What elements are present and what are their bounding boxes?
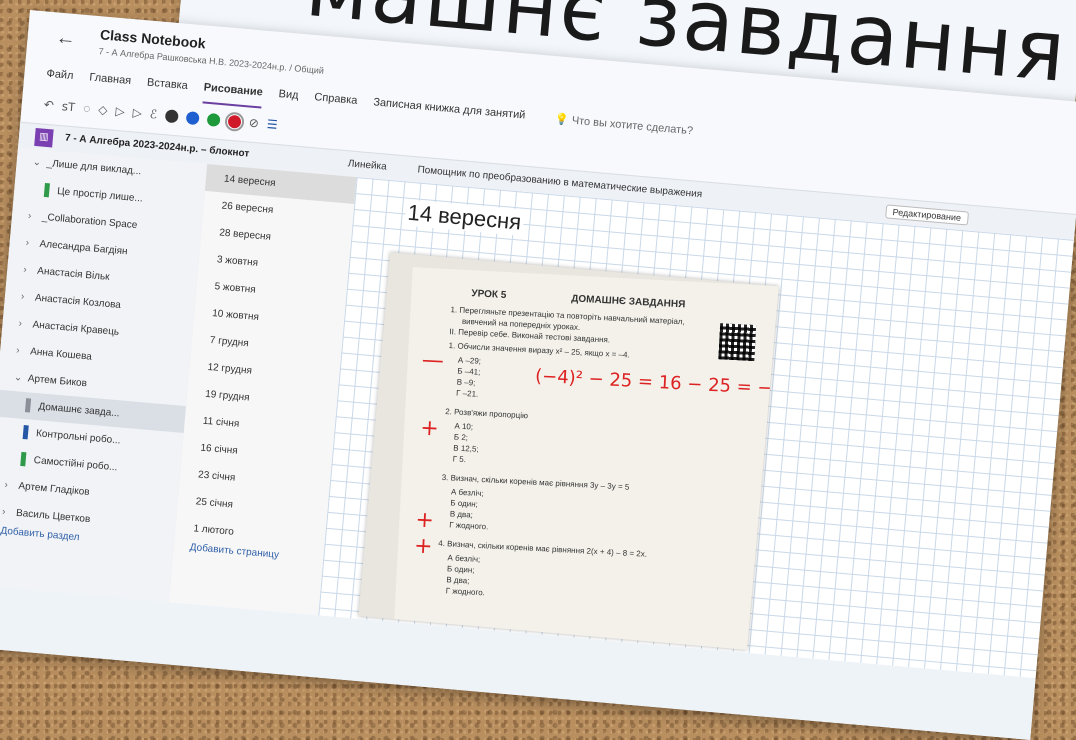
chevron-right-icon: › xyxy=(20,291,25,303)
menu-help[interactable]: Справка xyxy=(313,91,358,117)
answer-option: Г 5. xyxy=(452,454,467,465)
section-label: Домашнє завда... xyxy=(37,401,121,420)
chevron-right-icon: › xyxy=(27,210,32,222)
ink-plus-mark: + xyxy=(419,415,440,442)
worksheet-heading: ДОМАШНЄ ЗАВДАННЯ xyxy=(570,293,686,311)
undo-icon[interactable]: ↶ xyxy=(43,98,54,113)
edit-mode-button[interactable]: Редактирование xyxy=(885,204,969,226)
ink-plus-mark: + xyxy=(413,533,434,560)
ink-calculation: (−4)² − 25 = 16 − 25 = −9 xyxy=(534,365,779,400)
answer-option: А безліч; xyxy=(450,487,484,499)
section-label: Алесандра Багдіян xyxy=(39,238,128,258)
answer-option: А безліч; xyxy=(447,553,481,565)
answer-option: Б один; xyxy=(446,564,475,575)
chevron-right-icon: › xyxy=(25,237,30,249)
answer-option: А 10; xyxy=(454,421,474,432)
section-label: Василь Цветков xyxy=(15,507,91,526)
page-canvas[interactable]: 14 вересня УРОК 5 ДОМАШНЄ ЗАВДАННЯ 1. Пе… xyxy=(318,177,1074,679)
homework-photo[interactable]: УРОК 5 ДОМАШНЄ ЗАВДАННЯ 1. Перегляньте п… xyxy=(358,252,779,650)
more-colors-icon[interactable]: ⊘ xyxy=(248,116,259,131)
ink-plus-mark: + xyxy=(414,507,435,534)
section-label: Контрольні робо... xyxy=(35,428,121,447)
answer-option: А –29; xyxy=(457,355,482,366)
stroke-width-icon[interactable]: ☰ xyxy=(266,117,278,132)
section-color-bar xyxy=(43,183,50,198)
highlighter-icon[interactable]: ▷ xyxy=(132,105,142,120)
ink-to-shape-icon[interactable]: ℰ xyxy=(149,107,157,122)
section-color-bar xyxy=(22,425,29,440)
section-label: Артем Биков xyxy=(27,373,88,390)
answer-option: Г жодного. xyxy=(449,520,489,532)
answer-option: Б один; xyxy=(450,498,479,509)
chevron-right-icon: › xyxy=(4,479,9,491)
notebook-subtitle: 7 - А Алгебра Рашковська Н.В. 2023-2024н… xyxy=(98,46,325,76)
answer-option: Б 2; xyxy=(453,432,469,443)
section-label: Анастасія Вільк xyxy=(36,265,110,283)
ink-color-green[interactable] xyxy=(206,112,221,127)
answer-option: Б –41; xyxy=(457,366,481,377)
menu-file[interactable]: Файл xyxy=(45,68,74,92)
text-mode-icon[interactable]: ꜱT xyxy=(61,99,76,114)
section-label: Артем Гладіков xyxy=(17,480,91,499)
page-title[interactable]: 14 вересня xyxy=(404,199,525,236)
question-2: 2. Розв'яжи пропорцію xyxy=(444,406,529,421)
answer-option: В 12,5; xyxy=(453,443,479,454)
ink-minus-mark: — xyxy=(421,347,445,374)
section-color-bar xyxy=(20,452,27,467)
chevron-right-icon: › xyxy=(22,264,28,276)
lesson-label: УРОК 5 xyxy=(471,288,507,302)
lasso-icon[interactable]: ◌ xyxy=(83,101,91,116)
section-label: Анастасія Кравець xyxy=(32,319,120,338)
chevron-down-icon: ⌄ xyxy=(13,372,23,384)
section-label: Самостійні робо... xyxy=(33,455,118,474)
worksheet: УРОК 5 ДОМАШНЄ ЗАВДАННЯ 1. Перегляньте п… xyxy=(393,267,779,650)
notebooks-icon[interactable]: ▥ xyxy=(34,127,54,148)
section-color-bar xyxy=(24,398,32,413)
back-arrow-icon[interactable]: ← xyxy=(55,26,77,51)
answer-option: Г –21. xyxy=(455,388,479,399)
pen-icon[interactable]: ▷ xyxy=(115,104,125,119)
answer-option: В два; xyxy=(449,509,474,520)
chevron-right-icon: › xyxy=(1,506,6,518)
lightbulb-icon: 💡 xyxy=(554,113,570,127)
answer-option: В два; xyxy=(446,575,470,586)
section-label: Це простір лише... xyxy=(56,186,144,205)
answer-option: Г жодного. xyxy=(445,586,486,598)
section-label: Анастасія Козлова xyxy=(34,292,122,312)
section-label: Анна Кошева xyxy=(29,346,93,363)
chevron-right-icon: › xyxy=(15,345,21,357)
menu-insert[interactable]: Вставка xyxy=(146,77,189,102)
ink-color-blue[interactable] xyxy=(185,110,200,125)
ink-color-red[interactable] xyxy=(224,110,245,132)
chevron-down-icon: ⌄ xyxy=(32,156,42,169)
answer-option: В –9; xyxy=(456,377,476,388)
onenote-screenshot: ← Class Notebook 7 - А Алгебра Рашковськ… xyxy=(0,10,1076,740)
qr-code xyxy=(718,323,757,362)
eraser-icon[interactable]: ◇ xyxy=(98,102,108,117)
menu-view[interactable]: Вид xyxy=(277,88,299,112)
section-label: _Collaboration Space xyxy=(41,211,138,232)
menu-draw[interactable]: Рисование xyxy=(202,81,264,109)
ruler-button[interactable]: Линейка xyxy=(347,158,387,172)
ink-color-black[interactable] xyxy=(164,108,179,123)
menu-home[interactable]: Главная xyxy=(88,71,132,97)
chevron-right-icon: › xyxy=(18,318,23,330)
section-label: _Лише для виклад... xyxy=(46,158,142,178)
